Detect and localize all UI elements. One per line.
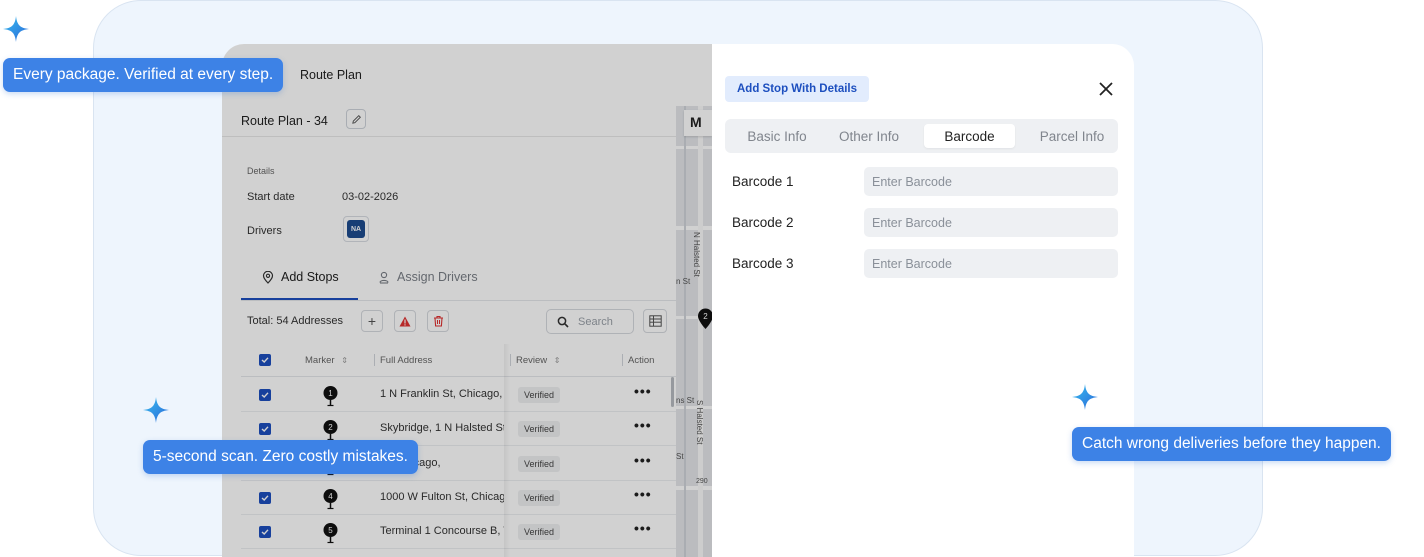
barcode-2-label: Barcode 2: [732, 215, 794, 230]
dialog-title: Add Stop With Details: [725, 76, 870, 102]
sparkle-icon: [1072, 384, 1098, 410]
sparkle-icon: [143, 397, 169, 423]
tab-basic-info[interactable]: Basic Info: [731, 124, 823, 148]
sparkle-icon: [3, 16, 29, 42]
tab-parcel-info[interactable]: Parcel Info: [1024, 124, 1120, 148]
barcode-3-input[interactable]: [864, 249, 1118, 278]
barcode-3-label: Barcode 3: [732, 256, 794, 271]
app-window: Route Plan Route Plan - 34 Details Start…: [222, 44, 1134, 557]
dialog-tabs: Basic Info Other Info Barcode Parcel Inf…: [725, 119, 1118, 153]
barcode-2-input[interactable]: [864, 208, 1118, 237]
close-icon[interactable]: [1097, 80, 1115, 98]
barcode-1-label: Barcode 1: [732, 174, 794, 189]
barcode-1-input[interactable]: [864, 167, 1118, 196]
callout-scan: 5-second scan. Zero costly mistakes.: [143, 440, 418, 474]
callout-wrong-deliveries: Catch wrong deliveries before they happe…: [1072, 427, 1391, 461]
tab-other-info[interactable]: Other Info: [823, 124, 915, 148]
tab-barcode[interactable]: Barcode: [924, 124, 1015, 148]
add-stop-dialog: Add Stop With Details Basic Info Other I…: [712, 44, 1134, 557]
modal-backdrop[interactable]: [222, 44, 712, 557]
callout-verified: Every package. Verified at every step.: [3, 58, 284, 92]
